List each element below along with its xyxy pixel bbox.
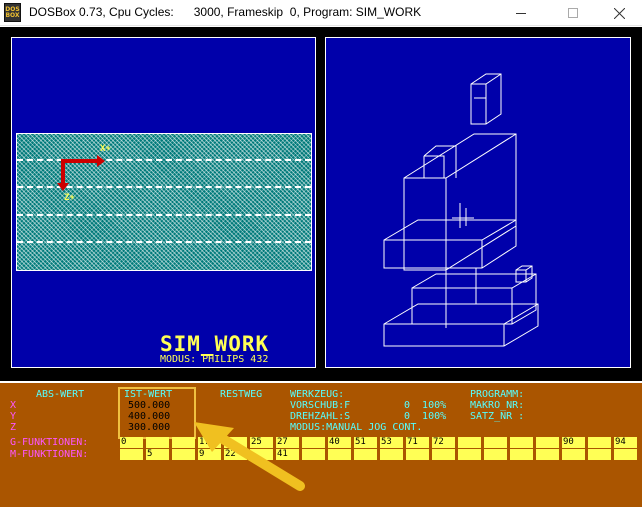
programm-label: PROGRAMM: <box>470 389 525 400</box>
program-modus: MODUS: PHILIPS 432 <box>160 354 269 365</box>
ist-wert-x: 500.000 <box>128 400 171 411</box>
g-funktion-cell: 94 <box>614 437 637 448</box>
dosbox-app-icon[interactable]: DOS BOX <box>4 3 21 22</box>
m-funktion-cell <box>406 449 429 460</box>
m-funktion-cell <box>458 449 481 460</box>
restweg-label: RESTWEG <box>220 389 263 400</box>
window-titlebar[interactable]: DOS BOX DOSBox 0.73, Cpu Cycles: 3000, F… <box>0 0 642 26</box>
g-funktion-cell: 53 <box>380 437 403 448</box>
g-funktion-cell: 71 <box>406 437 429 448</box>
close-icon <box>613 7 625 19</box>
m-funktion-cell <box>328 449 351 460</box>
g-funktion-cell: 51 <box>354 437 377 448</box>
milling-machine-wireframe <box>383 73 539 347</box>
maximize-button[interactable] <box>550 0 596 26</box>
workpiece-view-panel: X+ Z+ SIM_WORK MODUS: PHILIPS 432 <box>11 37 316 368</box>
m-funktion-cell <box>484 449 507 460</box>
satz-nr-label: SATZ_NR : <box>470 411 525 422</box>
drehzahl-value: 0 100% <box>404 411 447 422</box>
makro-nr-label: MAKRO_NR: <box>470 400 525 411</box>
program-title: SIM_WORK <box>160 332 270 356</box>
m-funktion-cell <box>380 449 403 460</box>
m-funktion-cell: 5 <box>146 449 169 460</box>
status-panel: ABS-WERT IST-WERT RESTWEG X Y Z 500.000 … <box>0 381 642 507</box>
werkzeug-label: WERKZEUG: <box>290 389 345 400</box>
m-funktion-cell <box>588 449 611 460</box>
g-funktion-cell: 40 <box>328 437 351 448</box>
g-funktion-cell <box>484 437 507 448</box>
m-funktion-cell <box>432 449 455 460</box>
m-funktion-cell <box>614 449 637 460</box>
axis-z-name: Z <box>10 422 17 433</box>
ist-wert-label: IST-WERT <box>124 389 173 400</box>
abs-wert-label: ABS-WERT <box>36 389 85 400</box>
g-funktionen-label: G-FUNKTIONEN: <box>10 437 89 448</box>
annotation-arrow-icon <box>194 422 305 491</box>
ist-wert-y: 400.000 <box>128 411 171 422</box>
m-funktion-cell <box>562 449 585 460</box>
window-title: DOSBox 0.73, Cpu Cycles: 3000, Frameskip… <box>29 5 422 19</box>
dos-screen[interactable]: X+ Z+ SIM_WORK MODUS: PHILIPS 432 ABS-WE… <box>0 27 642 507</box>
m-funktion-cell <box>120 449 143 460</box>
axis-x-name: X <box>10 400 17 411</box>
vorschub-label: VORSCHUB:F <box>290 400 351 411</box>
g-funktion-cell <box>458 437 481 448</box>
axis-z-label: Z+ <box>64 193 75 203</box>
g-funktion-cell <box>146 437 169 448</box>
axis-y-name: Y <box>10 411 17 422</box>
maximize-icon <box>568 8 578 18</box>
g-funktion-cell <box>588 437 611 448</box>
vorschub-value: 0 100% <box>404 400 447 411</box>
dashed-line <box>17 241 311 243</box>
g-funktion-cell <box>510 437 533 448</box>
g-funktion-cell: 90 <box>562 437 585 448</box>
axis-x-label: X+ <box>100 144 111 154</box>
g-funktion-cell: 0 <box>120 437 143 448</box>
m-funktion-cell <box>536 449 559 460</box>
minimize-icon <box>516 12 526 14</box>
ist-wert-z: 300.000 <box>128 422 171 433</box>
icon-text-bottom: BOX <box>5 11 20 19</box>
g-funktion-cell <box>536 437 559 448</box>
m-funktion-cell <box>354 449 377 460</box>
m-funktionen-label: M-FUNKTIONEN: <box>10 449 89 460</box>
minimize-button[interactable] <box>498 0 544 26</box>
machine-wireframe-panel <box>325 37 631 368</box>
dashed-line <box>17 214 311 216</box>
g-funktion-cell: 72 <box>432 437 455 448</box>
m-funktion-cell <box>510 449 533 460</box>
close-button[interactable] <box>596 0 642 26</box>
